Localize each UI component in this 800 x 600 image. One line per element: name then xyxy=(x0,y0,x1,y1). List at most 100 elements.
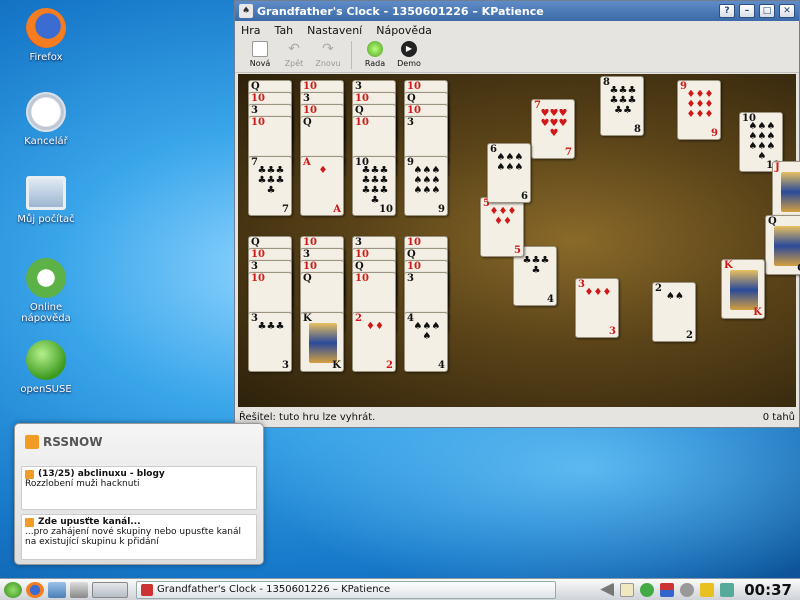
info-icon[interactable] xyxy=(680,582,695,597)
clock-foundation-card[interactable]: J J xyxy=(772,161,800,221)
clock-foundation-card[interactable]: 2 ♠♠ 2 xyxy=(652,282,696,342)
rss-brand: RSSNOW xyxy=(43,435,103,449)
desktop-icon-opensuse[interactable]: openSUSE xyxy=(6,340,86,395)
clock-foundation-card[interactable]: 6 ♠♠♠♠♠♠ 6 xyxy=(487,143,531,203)
menu-game[interactable]: Hra xyxy=(241,24,261,37)
card-pips: ♦♦♦ xyxy=(584,288,612,298)
firefox-launcher-icon[interactable] xyxy=(26,581,44,598)
clock-foundation-card[interactable]: K K xyxy=(721,259,765,319)
card-pips: ♠♠♠♠♠♠♠♠♠ xyxy=(413,166,441,196)
start-menu-icon[interactable] xyxy=(4,581,22,598)
rss-drop-zone[interactable]: Zde upusťte kanál... ...pro zahájení nov… xyxy=(21,514,257,560)
update-icon[interactable] xyxy=(640,582,655,597)
desktop-icon-label: Online nápověda xyxy=(21,302,71,324)
tableau-card[interactable]: 3 ♣♣♣ 3 xyxy=(248,312,292,372)
close-button[interactable]: ✕ xyxy=(779,4,795,18)
clock-foundation-card[interactable]: 8 ♣♣♣♣♣♣♣♣ 8 xyxy=(600,76,644,136)
desktop-icon-label: Můj počítač xyxy=(17,214,75,225)
rss-feed-item[interactable]: (13/25) abclinuxu - blogy Rozzlobení muž… xyxy=(21,466,257,510)
clock-foundation-card[interactable]: 5 ♦♦♦♦♦ 5 xyxy=(480,197,524,257)
card-rank: 4 xyxy=(438,360,445,371)
rss-icon xyxy=(25,469,34,479)
desktop-icon-my-computer[interactable]: Můj počítač xyxy=(6,176,86,225)
app-menu-icon[interactable]: ♠ xyxy=(239,4,253,18)
undo-button[interactable]: ↶ Zpět xyxy=(277,39,311,68)
clock-foundation-card[interactable]: Q Q xyxy=(765,215,800,275)
card-rank: 10 xyxy=(303,81,317,92)
show-desktop-icon[interactable] xyxy=(70,581,88,598)
card-rank: Q xyxy=(303,117,312,128)
rss-item-text: ...pro zahájení nové skupiny nebo upusťt… xyxy=(25,527,241,547)
desktop-icon-firefox[interactable]: Firefox xyxy=(6,8,86,63)
card-rank: Q xyxy=(251,81,260,92)
menu-settings[interactable]: Nastavení xyxy=(307,24,362,37)
clock-foundation-card[interactable]: 9 ♦♦♦♦♦♦♦♦♦ 9 xyxy=(677,80,721,140)
tableau-card[interactable]: 9 ♠♠♠♠♠♠♠♠♠ 9 xyxy=(404,156,448,216)
card-rank: A xyxy=(333,204,341,215)
rssnow-widget: RSSNOW (13/25) abclinuxu - blogy Rozzlob… xyxy=(14,423,264,565)
menubar: Hra Tah Nastavení Nápověda xyxy=(235,21,799,39)
tableau-card[interactable]: K K xyxy=(300,312,344,372)
clock-foundation-card[interactable]: 7 ♥♥♥♥♥♥♥ 7 xyxy=(531,99,575,159)
tableau-card[interactable]: 2 ♦♦ 2 xyxy=(352,312,396,372)
tableau-card[interactable]: 10 ♣♣♣♣♣♣♣♣♣♣ 10 xyxy=(352,156,396,216)
keyboard-layout-icon[interactable] xyxy=(660,582,675,597)
solver-status: Řešitel: tuto hru lze vyhrát. xyxy=(239,411,376,423)
tableau-card[interactable]: 4 ♠♠♠♠ 4 xyxy=(404,312,448,372)
statusbar: Řešitel: tuto hru lze vyhrát. 0 tahů xyxy=(235,407,799,427)
tableau-card[interactable]: 7 ♣♣♣♣♣♣♣ 7 xyxy=(248,156,292,216)
card-rank: K xyxy=(753,307,762,318)
battery-icon[interactable] xyxy=(700,582,715,597)
window-title: Grandfather's Clock - 1350601226 – KPati… xyxy=(257,4,544,18)
taskbar-task-kpatience[interactable]: Grandfather's Clock - 1350601226 – KPati… xyxy=(136,580,556,599)
pager-icon[interactable] xyxy=(92,581,128,598)
card-pips: ♠♠ xyxy=(666,292,684,302)
card-rank: 10 xyxy=(251,117,265,128)
menu-move[interactable]: Tah xyxy=(275,24,294,37)
help-button[interactable]: ? xyxy=(719,4,735,18)
tableau-card[interactable]: A ♦ A xyxy=(300,156,344,216)
card-pips: ♦♦♦♦♦♦♦♦♦ xyxy=(686,90,714,120)
card-rank: 10 xyxy=(355,273,369,284)
task-title: Grandfather's Clock - 1350601226 – KPati… xyxy=(157,584,391,595)
email-launcher-icon[interactable] xyxy=(48,581,66,598)
card-rank: 10 xyxy=(407,237,421,248)
new-game-button[interactable]: Nová xyxy=(243,39,277,68)
card-rank: K xyxy=(332,360,341,371)
toolbar-label: Nová xyxy=(249,59,271,68)
toolbar-label: Znovu xyxy=(315,59,341,68)
card-rank: 4 xyxy=(547,294,554,305)
desktop-icon-online-help[interactable]: Online nápověda xyxy=(6,258,86,324)
rss-icon xyxy=(25,517,34,527)
desktop-icon-label: openSUSE xyxy=(20,384,72,395)
kpatience-window: ♠ Grandfather's Clock - 1350601226 – KPa… xyxy=(234,0,800,428)
card-pips: ♣♣♣♣ xyxy=(522,256,550,276)
clipboard-icon[interactable] xyxy=(620,582,635,597)
taskbar: Grandfather's Clock - 1350601226 – KPati… xyxy=(0,578,800,600)
minimize-button[interactable]: – xyxy=(739,4,755,18)
rss-icon xyxy=(25,435,39,449)
desktop-icon-office[interactable]: Kancelář xyxy=(6,92,86,147)
card-rank: Q xyxy=(303,273,312,284)
maximize-button[interactable]: □ xyxy=(759,4,775,18)
card-rank: 2 xyxy=(686,330,693,341)
card-pips: ♥♥♥♥♥♥♥ xyxy=(540,109,568,139)
card-pips: ♦ xyxy=(318,166,328,176)
toolbar-separator xyxy=(351,41,352,69)
card-rank: 3 xyxy=(407,117,414,128)
network-icon[interactable] xyxy=(720,582,735,597)
redo-button[interactable]: ↷ Znovu xyxy=(311,39,345,68)
card-rank: Q xyxy=(355,261,364,272)
card-rank: 10 xyxy=(407,261,421,272)
card-rank: 10 xyxy=(355,117,369,128)
demo-button[interactable]: ▶ Demo xyxy=(392,39,426,68)
menu-help[interactable]: Nápověda xyxy=(376,24,432,37)
clock-foundation-card[interactable]: 3 ♦♦♦ 3 xyxy=(575,278,619,338)
clock[interactable]: 00:37 xyxy=(744,581,792,599)
card-rank: Q xyxy=(355,105,364,116)
card-rank: 3 xyxy=(251,261,258,272)
rss-header: RSSNOW xyxy=(15,424,263,460)
window-titlebar[interactable]: ♠ Grandfather's Clock - 1350601226 – KPa… xyxy=(235,1,799,21)
hint-button[interactable]: Rada xyxy=(358,39,392,68)
tray-arrow-icon[interactable] xyxy=(600,582,615,597)
